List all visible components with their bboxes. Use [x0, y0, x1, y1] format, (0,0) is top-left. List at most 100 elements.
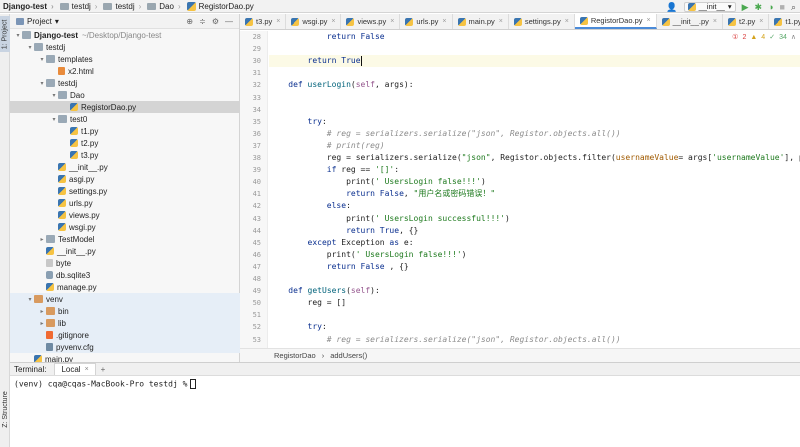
coverage-icon[interactable]: ◑ [768, 2, 773, 12]
hide-icon[interactable]: — [225, 17, 233, 26]
terminal-body[interactable]: (venv) cqa@cqas-MacBook-Pro testdj % [10, 376, 800, 447]
chevron-right-icon[interactable]: ▸ [38, 236, 46, 243]
chevron-right-icon[interactable]: ▸ [38, 308, 46, 315]
code-line[interactable]: return True, {} [269, 225, 800, 237]
code-line[interactable]: return False [269, 31, 800, 43]
breadcrumb-project[interactable]: Django-test › [0, 0, 56, 13]
close-icon[interactable]: × [499, 18, 503, 25]
chevron-down-icon[interactable]: ▾ [38, 56, 46, 63]
code-line[interactable]: def userLogin(self, args): [269, 79, 800, 91]
code-line[interactable]: reg = serializers.serialize("json", Regi… [269, 152, 800, 164]
code-line[interactable] [269, 43, 800, 55]
editor-tab[interactable]: wsgi.py × [286, 14, 342, 29]
close-icon[interactable]: × [647, 17, 651, 24]
editor-tab[interactable]: urls.py × [400, 14, 453, 29]
stop-icon[interactable]: ■ [780, 2, 785, 12]
tree-item[interactable]: ▸ TestModel [10, 233, 240, 245]
close-icon[interactable]: × [390, 18, 394, 25]
debug-icon[interactable]: ✱ [755, 2, 763, 12]
chevron-down-icon[interactable]: ▾ [38, 80, 46, 87]
tree-item[interactable]: urls.py [10, 197, 240, 209]
breadcrumb-class[interactable]: RegistorDao [274, 351, 316, 360]
tree-item[interactable]: pyvenv.cfg [10, 341, 240, 353]
close-icon[interactable]: × [331, 18, 335, 25]
gear-icon[interactable]: ⚙ [212, 17, 219, 26]
add-icon[interactable]: ⊕ [186, 17, 193, 26]
code-line[interactable]: try: [269, 116, 800, 128]
breadcrumb-method[interactable]: addUsers() [330, 351, 367, 360]
code-line[interactable]: def getUsers(self): [269, 285, 800, 297]
code-line[interactable]: # reg = serializers.serialize("json", Re… [269, 334, 800, 346]
code-line[interactable]: print(' UsersLogin false!!!') [269, 249, 800, 261]
run-icon[interactable]: ▶ [742, 2, 749, 12]
tree-item[interactable]: manage.py [10, 281, 240, 293]
code-line[interactable] [269, 273, 800, 285]
breadcrumb-dao[interactable]: Dao › [143, 0, 182, 13]
code-line[interactable]: if reg == '[]': [269, 164, 800, 176]
tree-item[interactable]: settings.py [10, 185, 240, 197]
tree-item[interactable]: views.py [10, 209, 240, 221]
close-icon[interactable]: × [565, 18, 569, 25]
code-line[interactable]: return False , {} [269, 261, 800, 273]
code-line[interactable]: print(' UsersLogin false!!!') [269, 176, 800, 188]
tree-item[interactable]: __init__.py [10, 161, 240, 173]
close-icon[interactable]: × [85, 366, 89, 373]
close-icon[interactable]: × [759, 18, 763, 25]
code-line[interactable] [269, 67, 800, 79]
close-icon[interactable]: × [276, 18, 280, 25]
tree-item[interactable]: RegistorDao.py [10, 101, 240, 113]
code-line[interactable]: # print(reg) [269, 140, 800, 152]
editor-tab[interactable]: RegistorDao.py × [574, 14, 657, 29]
tree-item[interactable]: ▾ venv [10, 293, 240, 305]
chevron-down-icon[interactable]: ▾ [50, 116, 58, 123]
code-line[interactable]: reg = [] [269, 297, 800, 309]
terminal-tab-local[interactable]: Local × [54, 363, 96, 375]
tree-item[interactable]: .gitignore [10, 329, 240, 341]
code-line[interactable]: else: [269, 200, 800, 212]
code-line[interactable] [269, 92, 800, 104]
tree-item[interactable]: byte [10, 257, 240, 269]
chevron-right-icon[interactable]: ▸ [38, 320, 46, 327]
editor-tab[interactable]: t3.py × [240, 14, 287, 29]
search-icon[interactable]: ⌕ [791, 2, 796, 12]
structure-tool-tab[interactable]: Z: Structure [0, 386, 10, 432]
close-icon[interactable]: × [442, 18, 446, 25]
editor-tab[interactable]: main.py × [453, 14, 509, 29]
tree-item[interactable]: __init__.py [10, 245, 240, 257]
tree-item[interactable]: x2.html [10, 65, 240, 77]
tree-item[interactable]: t3.py [10, 149, 240, 161]
tree-item[interactable]: ▾ test0 [10, 113, 240, 125]
editor-tab[interactable]: settings.py × [509, 14, 575, 29]
code-line[interactable]: except Exception as e: [269, 237, 800, 249]
editor-tab[interactable]: __init__.py × [657, 14, 723, 29]
project-tool-tab[interactable]: 1: Project [0, 16, 10, 52]
code-line[interactable]: return False, "用户名或密码错误！" [269, 188, 800, 200]
chevron-down-icon[interactable]: ▾ [26, 44, 34, 51]
editor-tab[interactable]: t2.py × [723, 14, 770, 29]
tree-item[interactable]: t1.py [10, 125, 240, 137]
code-line[interactable] [269, 309, 800, 321]
run-configuration-select[interactable]: __init__ ▾ [683, 1, 736, 12]
user-icon[interactable]: 👤 [666, 2, 677, 12]
tree-item[interactable]: t2.py [10, 137, 240, 149]
breadcrumb-testdj-inner[interactable]: testdj › [99, 0, 143, 13]
code-line[interactable]: # reg = serializers.serialize("json", Re… [269, 128, 800, 140]
tree-item[interactable]: ▸ lib [10, 317, 240, 329]
collapse-icon[interactable]: ≑ [199, 17, 206, 26]
tree-item[interactable]: ▾ Dao [10, 89, 240, 101]
editor-tab[interactable]: views.py × [341, 14, 401, 29]
editor-tab[interactable]: t1.py× [769, 14, 800, 29]
new-terminal-button[interactable]: + [101, 365, 106, 374]
tree-item[interactable]: db.sqlite3 [10, 269, 240, 281]
breadcrumb-file[interactable]: RegistorDao.py [183, 0, 256, 13]
chevron-down-icon[interactable]: ▾ [26, 296, 34, 303]
chevron-down-icon[interactable]: ▾ [14, 32, 22, 39]
code-line[interactable] [269, 104, 800, 116]
tree-item[interactable]: ▾ testdj [10, 77, 240, 89]
chevron-down-icon[interactable]: ▾ [50, 92, 58, 99]
code-editor[interactable]: ①2 ▲ 4 ✓ 34 ∧ return False return True def… [269, 31, 800, 348]
tree-item[interactable]: wsgi.py [10, 221, 240, 233]
tree-item[interactable]: asgi.py [10, 173, 240, 185]
tree-item[interactable]: ▾ templates [10, 53, 240, 65]
code-line[interactable]: try: [269, 321, 800, 333]
